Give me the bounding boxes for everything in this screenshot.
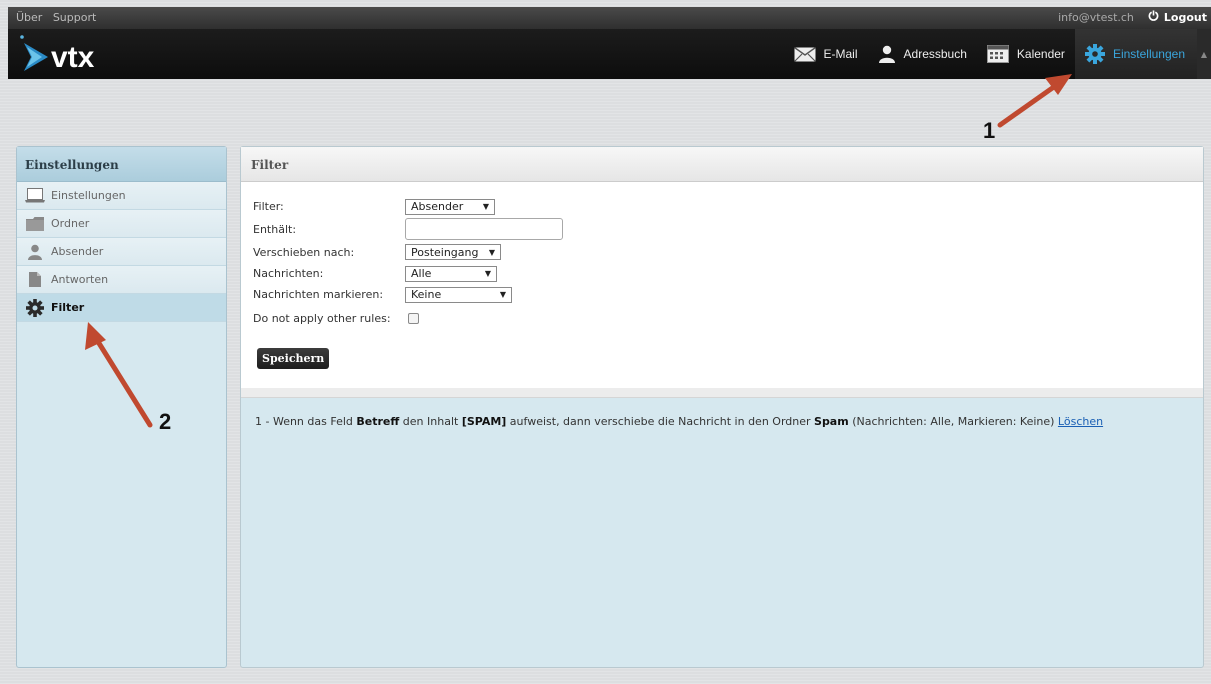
rule-item: 1 - Wenn das Feld Betreff den Inhalt [SP… (255, 415, 1203, 428)
rule-field: Betreff (356, 415, 400, 428)
form-row-contains: Enthält: (253, 217, 1203, 241)
logout-button[interactable]: Logout (1148, 10, 1207, 24)
main-header: vtx E-Mail Adressbuch Kalender Einstellu… (8, 29, 1211, 79)
chevron-down-icon: ▼ (482, 202, 489, 211)
rule-folder: Spam (814, 415, 849, 428)
filter-select-value: Absender (411, 200, 464, 213)
rule-suffix: (Nachrichten: Alle, Markieren: Keine) (848, 415, 1058, 428)
person-icon (878, 45, 896, 63)
mark-select[interactable]: Keine ▼ (405, 286, 512, 303)
rule-prefix: 1 - Wenn das Feld (255, 415, 357, 428)
rules-list: 1 - Wenn das Feld Betreff den Inhalt [SP… (241, 398, 1203, 428)
main-nav: E-Mail Adressbuch Kalender Einstellungen… (784, 29, 1211, 79)
sidebar-item-label: Absender (51, 245, 104, 258)
power-icon (1148, 10, 1159, 24)
filter-panel: Filter Filter: Absender ▼ Enthält: Versc… (240, 146, 1204, 668)
link-about[interactable]: Über (16, 11, 42, 24)
sidebar-item-einstellungen[interactable]: Einstellungen (17, 182, 226, 210)
contains-label: Enthält: (253, 222, 297, 236)
rule-mid1: den Inhalt (399, 415, 462, 428)
sidebar-item-label: Filter (51, 301, 85, 314)
form-row-messages: Nachrichten: Alle ▼ (253, 263, 1203, 284)
gear-icon (25, 298, 45, 317)
chevron-down-icon: ▼ (484, 269, 491, 278)
calendar-icon (986, 45, 1009, 63)
mark-select-value: Keine (411, 288, 442, 301)
sidebar-item-label: Einstellungen (51, 189, 126, 202)
filter-form: Filter: Absender ▼ Enthält: Verschieben … (241, 182, 1203, 388)
move-select-value: Posteingang (411, 245, 479, 259)
form-row-move: Verschieben nach: Posteingang ▼ (253, 241, 1203, 263)
chevron-down-icon: ▼ (488, 247, 495, 257)
annotation-label-1: 1 (983, 118, 996, 143)
nav-addressbook-label: Adressbuch (903, 47, 967, 61)
user-area: info@vtest.ch Logout (1058, 10, 1207, 24)
logo-text: vtx (51, 41, 95, 73)
user-email: info@vtest.ch (1058, 10, 1134, 24)
settings-sidebar: Einstellungen Einstellungen Ordner Absen… (16, 146, 227, 668)
nav-email-label: E-Mail (823, 47, 858, 61)
sidebar-item-ordner[interactable]: Ordner (17, 210, 226, 238)
move-label: Verschieben nach: (253, 245, 355, 259)
document-icon (25, 272, 45, 288)
form-row-mark: Nachrichten markieren: Keine ▼ (253, 284, 1203, 305)
no-other-rules-label: Do not apply other rules: (253, 311, 391, 325)
nav-addressbook[interactable]: Adressbuch (868, 29, 977, 79)
folder-icon (25, 216, 45, 232)
gear-icon (1084, 44, 1105, 64)
nav-settings-label: Einstellungen (1112, 47, 1185, 61)
top-bar: Über Support info@vtest.ch Logout (8, 7, 1211, 29)
nav-email[interactable]: E-Mail (784, 29, 868, 79)
top-links: Über Support (16, 11, 103, 24)
messages-select[interactable]: Alle ▼ (405, 265, 497, 282)
logout-label: Logout (1163, 10, 1207, 24)
sidebar-item-label: Antworten (51, 273, 109, 286)
rule-content: [SPAM] (461, 415, 507, 428)
filter-label: Filter: (253, 200, 284, 213)
rule-mid2: aufweist, dann verschiebe die Nachricht … (506, 415, 815, 428)
save-button[interactable]: Speichern (257, 348, 330, 369)
form-row-no-other-rules: Do not apply other rules: (253, 305, 1203, 331)
messages-select-value: Alle (411, 267, 432, 280)
filter-select[interactable]: Absender ▼ (405, 198, 495, 215)
panel-separator (241, 388, 1203, 398)
no-other-rules-checkbox[interactable] (408, 312, 419, 324)
sidebar-title: Einstellungen (17, 147, 226, 182)
move-select[interactable]: Posteingang ▼ (405, 244, 501, 260)
vtx-logo[interactable]: vtx (18, 33, 128, 74)
sidebar-item-label: Ordner (51, 217, 90, 230)
messages-label: Nachrichten: (253, 267, 324, 280)
contains-input[interactable] (405, 218, 563, 240)
rule-delete-link[interactable]: Löschen (1058, 415, 1103, 428)
laptop-icon (25, 188, 45, 204)
chevron-down-icon: ▼ (499, 290, 506, 299)
form-row-filter: Filter: Absender ▼ (253, 196, 1203, 217)
annotation-arrow-1 (997, 74, 1072, 128)
person-icon (25, 244, 45, 260)
sidebar-item-absender[interactable]: Absender (17, 238, 226, 266)
nav-settings[interactable]: Einstellungen (1074, 29, 1197, 79)
sidebar-item-antworten[interactable]: Antworten (17, 266, 226, 294)
envelope-icon (793, 46, 816, 62)
nav-scroll-caret[interactable]: ▲ (1197, 29, 1211, 79)
link-support[interactable]: Support (53, 11, 96, 24)
nav-calendar-label: Kalender (1016, 47, 1065, 61)
panel-title: Filter (241, 147, 1203, 182)
mark-label: Nachrichten markieren: (253, 288, 384, 301)
annotation-label-2: 2 (159, 409, 172, 434)
sidebar-item-filter[interactable]: Filter (17, 294, 226, 322)
nav-calendar[interactable]: Kalender (977, 29, 1075, 79)
